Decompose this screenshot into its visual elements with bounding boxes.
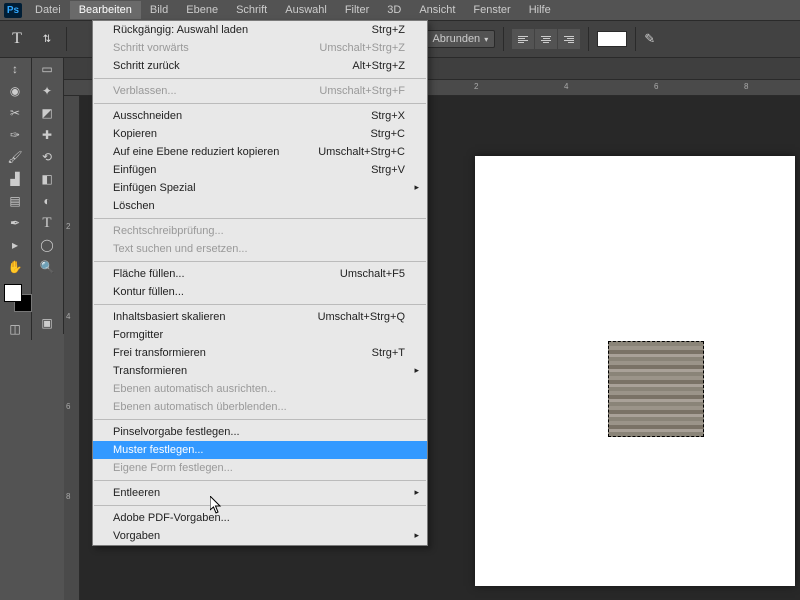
text-color-swatch[interactable] — [597, 31, 627, 47]
marquee-tool-icon[interactable]: ▭ — [32, 58, 62, 80]
hand-tool-icon[interactable]: ✋ — [0, 256, 30, 278]
menu-bild[interactable]: Bild — [141, 1, 177, 19]
menu-item[interactable]: Adobe PDF-Vorgaben... — [93, 509, 427, 527]
document[interactable] — [475, 156, 795, 586]
slice-tool-icon[interactable]: ◩ — [32, 102, 62, 124]
screenmode-icon[interactable]: ▣ — [32, 312, 62, 334]
menu-item[interactable]: Rückgängig: Auswahl ladenStrg+Z — [93, 21, 427, 39]
smudge-tool-icon[interactable]: ◐ — [32, 190, 62, 212]
history-brush-icon[interactable]: ⟲ — [32, 146, 62, 168]
text-orientation-icon[interactable]: ⇅ — [36, 28, 58, 50]
menu-item: Rechtschreibprüfung... — [93, 222, 427, 240]
align-left-button[interactable] — [512, 29, 534, 49]
eyedropper-tool-icon[interactable]: ✑ — [0, 124, 30, 146]
menu-item[interactable]: AusschneidenStrg+X — [93, 107, 427, 125]
selection-marquee[interactable] — [608, 341, 704, 437]
foreground-swatch[interactable] — [4, 284, 22, 302]
align-center-button[interactable] — [535, 29, 557, 49]
toolbox-col-1: ↕ ◉ ✂ ✑ 🖌 ▟ ▤ ✒ ▸ ✋ ◫ — [0, 58, 32, 340]
menu-item: Ebenen automatisch ausrichten... — [93, 380, 427, 398]
menu-item[interactable]: Transformieren — [93, 362, 427, 380]
menu-item: Eigene Form festlegen... — [93, 459, 427, 477]
menu-item[interactable]: Fläche füllen...Umschalt+F5 — [93, 265, 427, 283]
menu-ansicht[interactable]: Ansicht — [410, 1, 464, 19]
text-align-group — [512, 29, 580, 49]
warp-text-icon[interactable]: ✎ — [644, 31, 655, 47]
menu-item[interactable]: Frei transformierenStrg+T — [93, 344, 427, 362]
menu-3d[interactable]: 3D — [378, 1, 410, 19]
menu-item[interactable]: Schritt zurückAlt+Strg+Z — [93, 57, 427, 75]
eraser-tool-icon[interactable]: ◧ — [32, 168, 62, 190]
menu-item[interactable]: Auf eine Ebene reduziert kopierenUmschal… — [93, 143, 427, 161]
menu-schrift[interactable]: Schrift — [227, 1, 276, 19]
ruler-vertical: 2 4 6 8 — [64, 96, 80, 600]
menu-filter[interactable]: Filter — [336, 1, 378, 19]
brush-tool-icon[interactable]: 🖌 — [0, 146, 30, 168]
move-tool-icon[interactable]: ↕ — [0, 58, 30, 80]
toolbox-col-2: ▭ ✦ ◩ ✚ ⟲ ◧ ◐ T ◯ 🔍 ▣ — [32, 58, 64, 334]
menu-item[interactable]: Einfügen Spezial — [93, 179, 427, 197]
menu-item: Text suchen und ersetzen... — [93, 240, 427, 258]
color-swatches[interactable] — [4, 284, 32, 312]
gradient-tool-icon[interactable]: ▤ — [0, 190, 30, 212]
app-logo: Ps — [0, 0, 26, 20]
menu-item[interactable]: KopierenStrg+C — [93, 125, 427, 143]
type-tool-icon-tb[interactable]: T — [32, 212, 62, 234]
menu-item[interactable]: Muster festlegen... — [93, 441, 427, 459]
crop-tool-icon[interactable]: ✂ — [0, 102, 30, 124]
menu-item: Verblassen...Umschalt+Strg+F — [93, 82, 427, 100]
zoom-tool-icon[interactable]: 🔍 — [32, 256, 62, 278]
edit-menu-dropdown[interactable]: Rückgängig: Auswahl ladenStrg+ZSchritt v… — [92, 20, 428, 546]
menu-item[interactable]: EinfügenStrg+V — [93, 161, 427, 179]
align-right-button[interactable] — [558, 29, 580, 49]
menu-ebene[interactable]: Ebene — [177, 1, 227, 19]
quickmask-icon[interactable]: ◫ — [0, 318, 30, 340]
menu-item[interactable]: Formgitter — [93, 326, 427, 344]
menu-auswahl[interactable]: Auswahl — [276, 1, 336, 19]
type-tool-icon: T — [6, 28, 28, 50]
menu-fenster[interactable]: Fenster — [464, 1, 519, 19]
wand-tool-icon[interactable]: ✦ — [32, 80, 62, 102]
menu-item[interactable]: Vorgaben — [93, 527, 427, 545]
menu-item[interactable]: Inhaltsbasiert skalierenUmschalt+Strg+Q — [93, 308, 427, 326]
menu-bearbeiten[interactable]: Bearbeiten — [70, 1, 141, 19]
menu-item: Schritt vorwärtsUmschalt+Strg+Z — [93, 39, 427, 57]
menu-datei[interactable]: Datei — [26, 1, 70, 19]
lasso-tool-icon[interactable]: ◉ — [0, 80, 30, 102]
pen-tool-icon[interactable]: ✒ — [0, 212, 30, 234]
stamp-tool-icon[interactable]: ▟ — [0, 168, 30, 190]
menu-item: Ebenen automatisch überblenden... — [93, 398, 427, 416]
menu-item[interactable]: Löschen — [93, 197, 427, 215]
menu-item[interactable]: Kontur füllen... — [93, 283, 427, 301]
heal-tool-icon[interactable]: ✚ — [32, 124, 62, 146]
menu-bar: Ps DateiBearbeitenBildEbeneSchriftAuswah… — [0, 0, 800, 20]
menu-hilfe[interactable]: Hilfe — [520, 1, 560, 19]
path-select-icon[interactable]: ▸ — [0, 234, 30, 256]
menu-item[interactable]: Entleeren — [93, 484, 427, 502]
menu-item[interactable]: Pinselvorgabe festlegen... — [93, 423, 427, 441]
antialias-select[interactable]: Abrunden▾ — [425, 30, 495, 48]
shape-tool-icon[interactable]: ◯ — [32, 234, 62, 256]
